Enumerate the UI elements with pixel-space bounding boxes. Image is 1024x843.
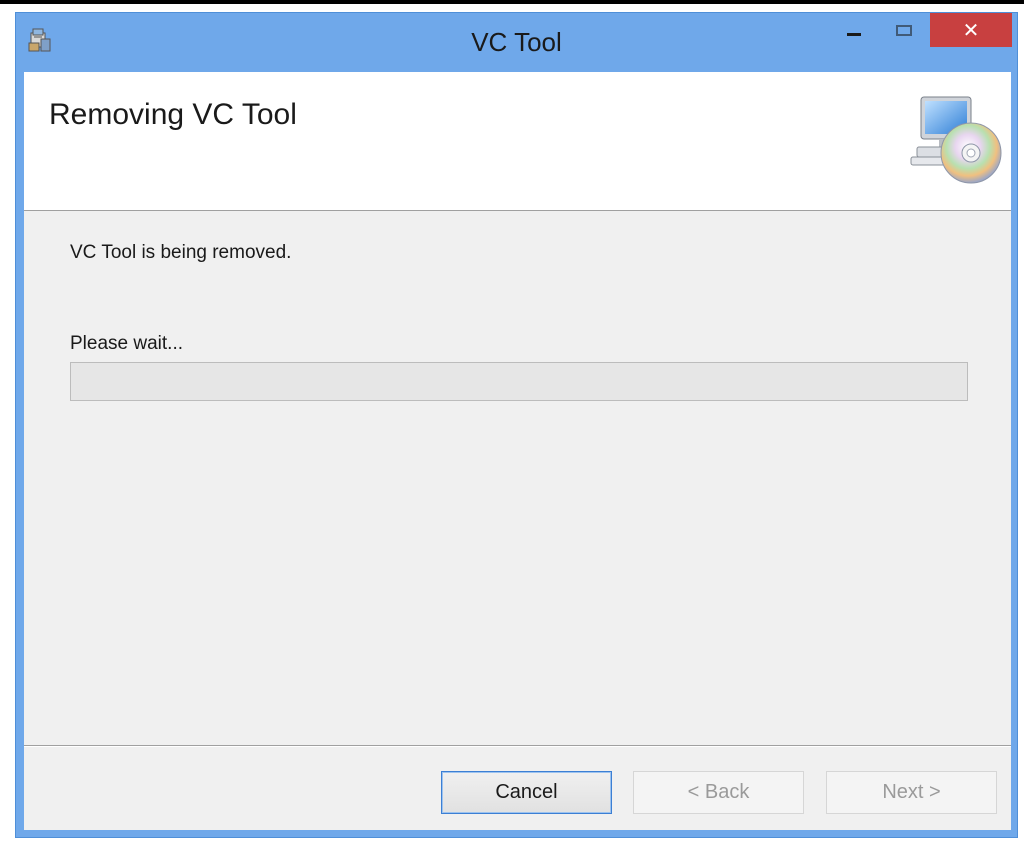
screen-top-edge	[0, 0, 1024, 4]
maximize-button[interactable]	[882, 13, 926, 47]
installer-window: VC Tool ✕ Removing VC Tool VC Tool is be…	[15, 12, 1018, 838]
maximize-icon	[896, 24, 912, 36]
title-bar[interactable]: VC Tool ✕	[16, 13, 1017, 72]
progress-bar	[70, 362, 968, 401]
page-title: Removing VC Tool	[49, 98, 297, 131]
next-button[interactable]: Next >	[826, 771, 997, 814]
computer-cd-icon	[909, 95, 1007, 185]
minimize-icon	[847, 32, 861, 36]
header-banner: Removing VC Tool	[24, 72, 1011, 211]
minimize-button[interactable]	[834, 13, 874, 47]
back-button[interactable]: < Back	[633, 771, 804, 814]
dialog-body: Removing VC Tool VC Tool is being remove…	[24, 72, 1011, 830]
close-button[interactable]: ✕	[930, 13, 1012, 47]
progress-label: Please wait...	[70, 333, 183, 354]
status-message: VC Tool is being removed.	[70, 242, 292, 263]
cancel-button[interactable]: Cancel	[441, 771, 612, 814]
footer-divider	[24, 745, 1011, 747]
close-icon: ✕	[962, 19, 980, 42]
